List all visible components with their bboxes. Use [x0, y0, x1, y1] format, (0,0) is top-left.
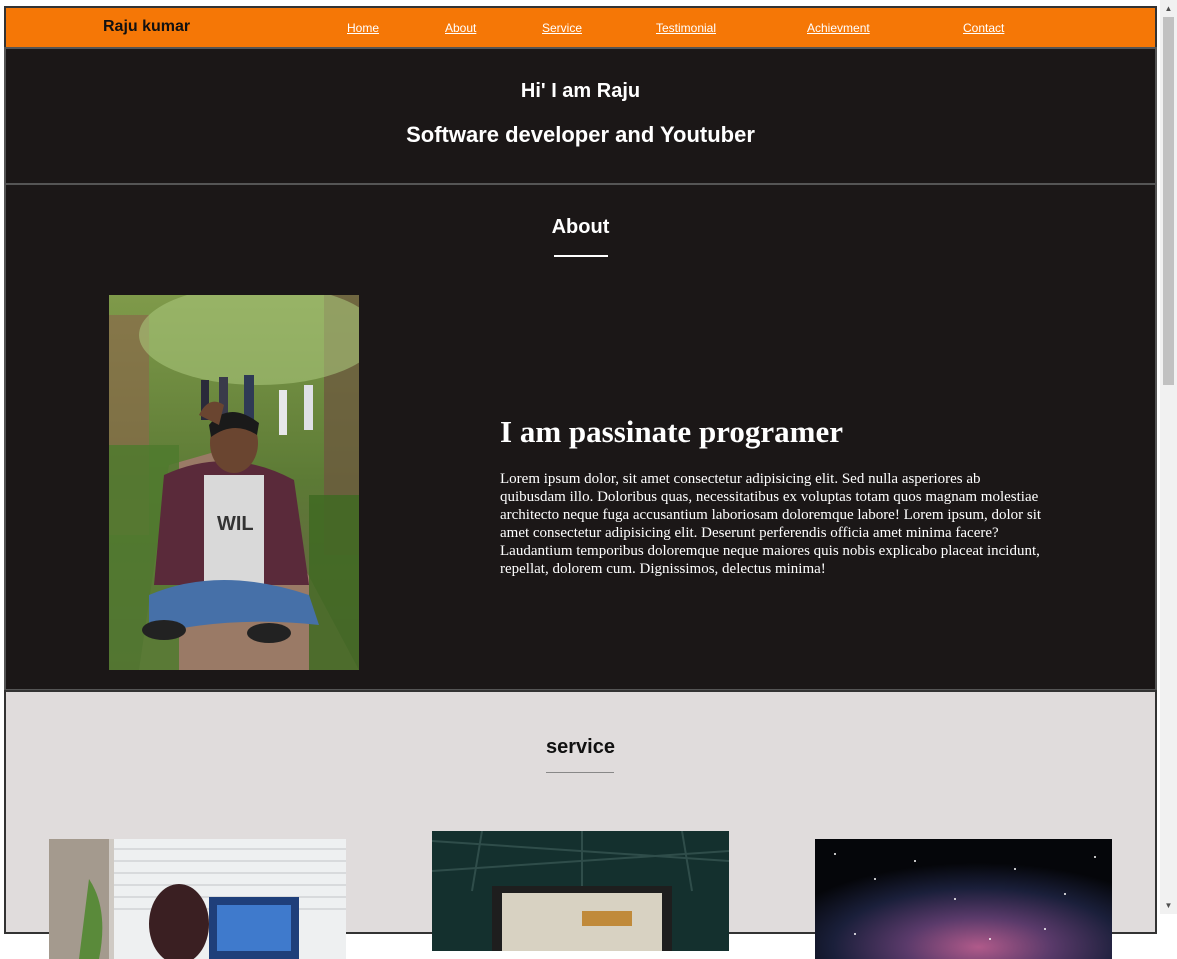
profile-photo: WIL: [109, 295, 359, 670]
svg-text:WIL: WIL: [217, 513, 254, 535]
about-section: About WIL I am passinate programer Lorem…: [4, 183, 1157, 691]
hero-section: Hi' I am Raju Software developer and You…: [4, 47, 1157, 185]
service-title: service: [546, 736, 615, 758]
service-card-image-1: [49, 839, 346, 959]
scroll-up-icon[interactable]: ▲: [1160, 0, 1177, 17]
nav-link-testimonial[interactable]: Testimonial: [656, 21, 716, 35]
service-card-image-2: [432, 831, 729, 951]
about-title: About: [551, 216, 610, 238]
service-title-underline: [546, 772, 614, 773]
nav-link-service[interactable]: Service: [542, 21, 582, 35]
vertical-scrollbar[interactable]: ▲ ▼: [1160, 0, 1177, 914]
nav-link-achievement[interactable]: Achievment: [807, 21, 870, 35]
hero-greeting: Hi' I am Raju: [520, 80, 641, 102]
service-section: service: [4, 690, 1157, 959]
about-description: Lorem ipsum dolor, sit amet consectetur …: [500, 471, 1042, 577]
service-card-image-3: [815, 839, 1112, 959]
about-headline: I am passinate programer: [500, 414, 843, 449]
hero-role: Software developer and Youtuber: [406, 122, 755, 147]
nav-link-home[interactable]: Home: [347, 21, 379, 35]
brand-name: Raju kumar: [103, 18, 191, 35]
scrollbar-thumb[interactable]: [1163, 17, 1174, 385]
nav-link-about[interactable]: About: [445, 21, 476, 35]
about-title-underline: [554, 255, 608, 257]
navbar: Raju kumar Home About Service Testimonia…: [4, 6, 1157, 50]
nav-link-contact[interactable]: Contact: [963, 21, 1004, 35]
scroll-down-icon[interactable]: ▼: [1160, 897, 1177, 914]
